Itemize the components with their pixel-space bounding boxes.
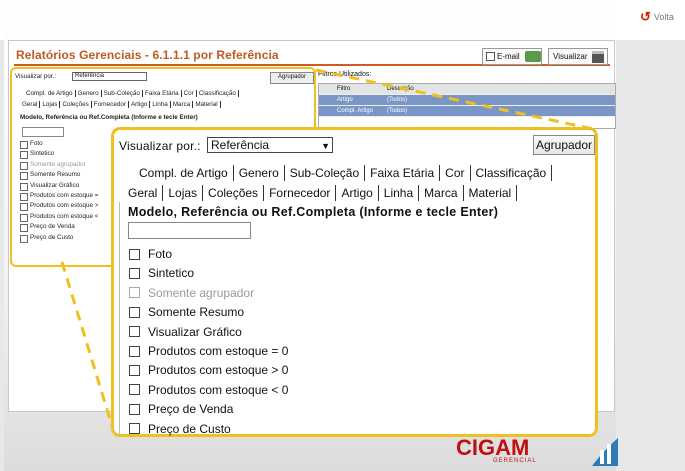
- tabs-row-2: Geral Lojas Coleções Fornecedor Artigo Linha M…: [128, 185, 518, 201]
- tab-artigo[interactable]: Artigo: [336, 185, 379, 201]
- option-label: Foto: [148, 247, 173, 261]
- tab-geral[interactable]: Geral: [128, 185, 164, 201]
- option-label: Produtos com estoque < 0: [148, 382, 289, 397]
- option-label: Produtos com estoque > 0: [148, 363, 289, 378]
- option-label: Somente agrupador: [148, 285, 255, 300]
- tab-compl-de-artigo[interactable]: Compl. de Artigo: [139, 165, 234, 181]
- checkbox[interactable]: [129, 267, 140, 279]
- checkbox[interactable]: [129, 326, 140, 338]
- option-label: Preço de Venda: [148, 402, 234, 417]
- option-label: Produtos com estoque = 0: [148, 344, 289, 358]
- tab-faixa-etaria[interactable]: Faixa Etária: [365, 165, 441, 181]
- tab-fornecedor[interactable]: Fornecedor: [264, 185, 337, 201]
- model-input[interactable]: [128, 222, 251, 239]
- tab-marca[interactable]: Marca: [419, 185, 464, 201]
- tab-material[interactable]: Material: [464, 185, 518, 201]
- agrupador-button[interactable]: Agrupador: [533, 135, 595, 155]
- model-heading: Modelo, Referência ou Ref.Completa (Info…: [128, 205, 499, 219]
- option-sintetico[interactable]: Sintetico: [129, 266, 194, 280]
- option-produtos-com-estoque-0[interactable]: Produtos com estoque > 0: [129, 363, 288, 377]
- option-label: Preço de Custo: [148, 421, 231, 436]
- checkbox[interactable]: [129, 248, 140, 260]
- checkbox: [129, 287, 140, 299]
- option-label: Visualizar Gráfico: [148, 324, 242, 339]
- option-visualizar-grafico[interactable]: Visualizar Gráfico: [129, 325, 242, 339]
- tab-cor[interactable]: Cor: [440, 165, 471, 181]
- tab-classificacao[interactable]: Classificação: [471, 165, 553, 181]
- tab-colecoes[interactable]: Coleções: [203, 185, 265, 201]
- option-produtos-com-estoque-0[interactable]: Produtos com estoque < 0: [129, 383, 288, 397]
- tab-linha[interactable]: Linha: [379, 185, 420, 201]
- option-preco-de-custo[interactable]: Preço de Custo: [129, 422, 231, 436]
- view-by-label: Visualizar por.:: [119, 139, 201, 153]
- checkbox[interactable]: [129, 423, 140, 435]
- panel-border-line: [119, 202, 120, 434]
- chevron-down-icon: ▼: [321, 141, 330, 151]
- checkbox[interactable]: [129, 306, 140, 318]
- checkbox[interactable]: [129, 403, 140, 415]
- view-by-value: Referência: [211, 138, 270, 152]
- option-label: Somente Resumo: [148, 305, 245, 320]
- view-by-select[interactable]: Referência ▼: [207, 137, 333, 153]
- option-somente-resumo[interactable]: Somente Resumo: [129, 305, 244, 319]
- option-produtos-com-estoque-0[interactable]: Produtos com estoque = 0: [129, 344, 288, 358]
- tab-lojas[interactable]: Lojas: [163, 185, 204, 201]
- tab-genero[interactable]: Genero: [234, 165, 285, 181]
- option-somente-agrupador: Somente agrupador: [129, 286, 254, 300]
- filter-panel-zoom: Visualizar por.: Referência ▼ Agrupador …: [111, 127, 598, 437]
- tab-sub-colecao[interactable]: Sub-Coleção: [285, 165, 366, 181]
- checkbox[interactable]: [129, 364, 140, 376]
- checkbox[interactable]: [129, 345, 140, 357]
- option-foto[interactable]: Foto: [129, 247, 172, 261]
- option-preco-de-venda[interactable]: Preço de Venda: [129, 402, 233, 416]
- checkbox[interactable]: [129, 384, 140, 396]
- option-label: Sintetico: [148, 266, 195, 281]
- tabs-row-1: Compl. de Artigo Genero Sub-Coleção Faixa E…: [139, 165, 553, 181]
